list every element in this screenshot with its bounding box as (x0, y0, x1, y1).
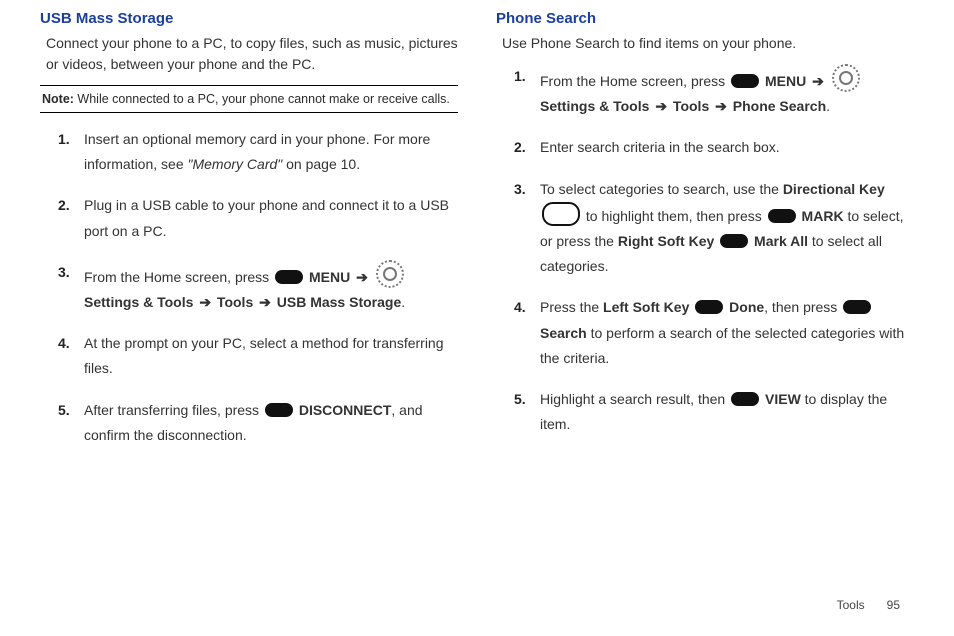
usb-mass-storage-label: USB Mass Storage (273, 294, 401, 310)
arrow-icon: ➔ (713, 98, 729, 114)
center-key-icon (843, 300, 871, 314)
view-label: VIEW (761, 391, 801, 407)
right-soft-key-label: Right Soft Key (618, 233, 714, 249)
text: From the Home screen, press (540, 73, 729, 89)
page-body: USB Mass Storage Connect your phone to a… (0, 0, 954, 464)
search-label: Search (540, 325, 587, 341)
text: After transferring files, press (84, 402, 263, 418)
right-column: Phone Search Use Phone Search to find it… (496, 10, 914, 464)
nav-wheel-icon (832, 64, 860, 92)
text: , then press (764, 299, 841, 315)
menu-label: MENU (305, 269, 354, 285)
steps-phone-search: From the Home screen, press MENU ➔ Setti… (496, 64, 914, 437)
center-key-icon (275, 270, 303, 284)
nav-wheel-icon (376, 260, 404, 288)
note-box: Note: While connected to a PC, your phon… (40, 85, 458, 113)
step-2: Plug in a USB cable to your phone and co… (58, 193, 458, 243)
intro-phone-search: Use Phone Search to find items on your p… (502, 33, 914, 54)
step-4: Press the Left Soft Key Done, then press… (514, 295, 914, 371)
arrow-icon: ➔ (257, 294, 273, 310)
directional-key-icon (542, 202, 580, 226)
heading-usb-mass-storage: USB Mass Storage (40, 10, 458, 27)
heading-phone-search: Phone Search (496, 10, 914, 27)
text: to highlight them, then press (582, 208, 766, 224)
note-text: While connected to a PC, your phone cann… (74, 92, 450, 106)
step-2: Enter search criteria in the search box. (514, 135, 914, 160)
steps-usb: Insert an optional memory card in your p… (40, 127, 458, 448)
footer-page-number: 95 (887, 598, 900, 612)
mark-label: MARK (798, 208, 844, 224)
step-5: After transferring files, press DISCONNE… (58, 398, 458, 448)
text: to perform a search of the selected cate… (540, 325, 904, 366)
step-5: Highlight a search result, then VIEW to … (514, 387, 914, 437)
text: Press the (540, 299, 603, 315)
tools-label: Tools (669, 98, 713, 114)
arrow-icon: ➔ (354, 269, 370, 285)
left-column: USB Mass Storage Connect your phone to a… (40, 10, 458, 464)
step-1: Insert an optional memory card in your p… (58, 127, 458, 177)
step-3: To select categories to search, use the … (514, 177, 914, 280)
arrow-icon: ➔ (810, 73, 826, 89)
soft-key-icon (720, 234, 748, 248)
left-soft-key-label: Left Soft Key (603, 299, 689, 315)
step-1: From the Home screen, press MENU ➔ Setti… (514, 64, 914, 119)
step-3: From the Home screen, press MENU ➔ Setti… (58, 260, 458, 315)
note-label: Note: (42, 92, 74, 106)
ref-memory-card: "Memory Card" (188, 156, 283, 172)
soft-key-icon (695, 300, 723, 314)
settings-tools-label: Settings & Tools (84, 294, 197, 310)
disconnect-label: DISCONNECT (295, 402, 391, 418)
directional-key-label: Directional Key (783, 181, 885, 197)
done-label: Done (725, 299, 764, 315)
center-key-icon (265, 403, 293, 417)
center-key-icon (768, 209, 796, 223)
footer-section: Tools (837, 598, 865, 612)
settings-tools-label: Settings & Tools (540, 98, 653, 114)
arrow-icon: ➔ (653, 98, 669, 114)
text: Highlight a search result, then (540, 391, 729, 407)
page-footer: Tools 95 (837, 598, 900, 612)
intro-usb: Connect your phone to a PC, to copy file… (46, 33, 458, 75)
menu-label: MENU (761, 73, 810, 89)
text: From the Home screen, press (84, 269, 273, 285)
center-key-icon (731, 74, 759, 88)
text: To select categories to search, use the (540, 181, 783, 197)
arrow-icon: ➔ (197, 294, 213, 310)
center-key-icon (731, 392, 759, 406)
text: on page 10. (282, 156, 360, 172)
step-4: At the prompt on your PC, select a metho… (58, 331, 458, 381)
mark-all-label: Mark All (750, 233, 808, 249)
phone-search-label: Phone Search (729, 98, 826, 114)
tools-label: Tools (213, 294, 257, 310)
